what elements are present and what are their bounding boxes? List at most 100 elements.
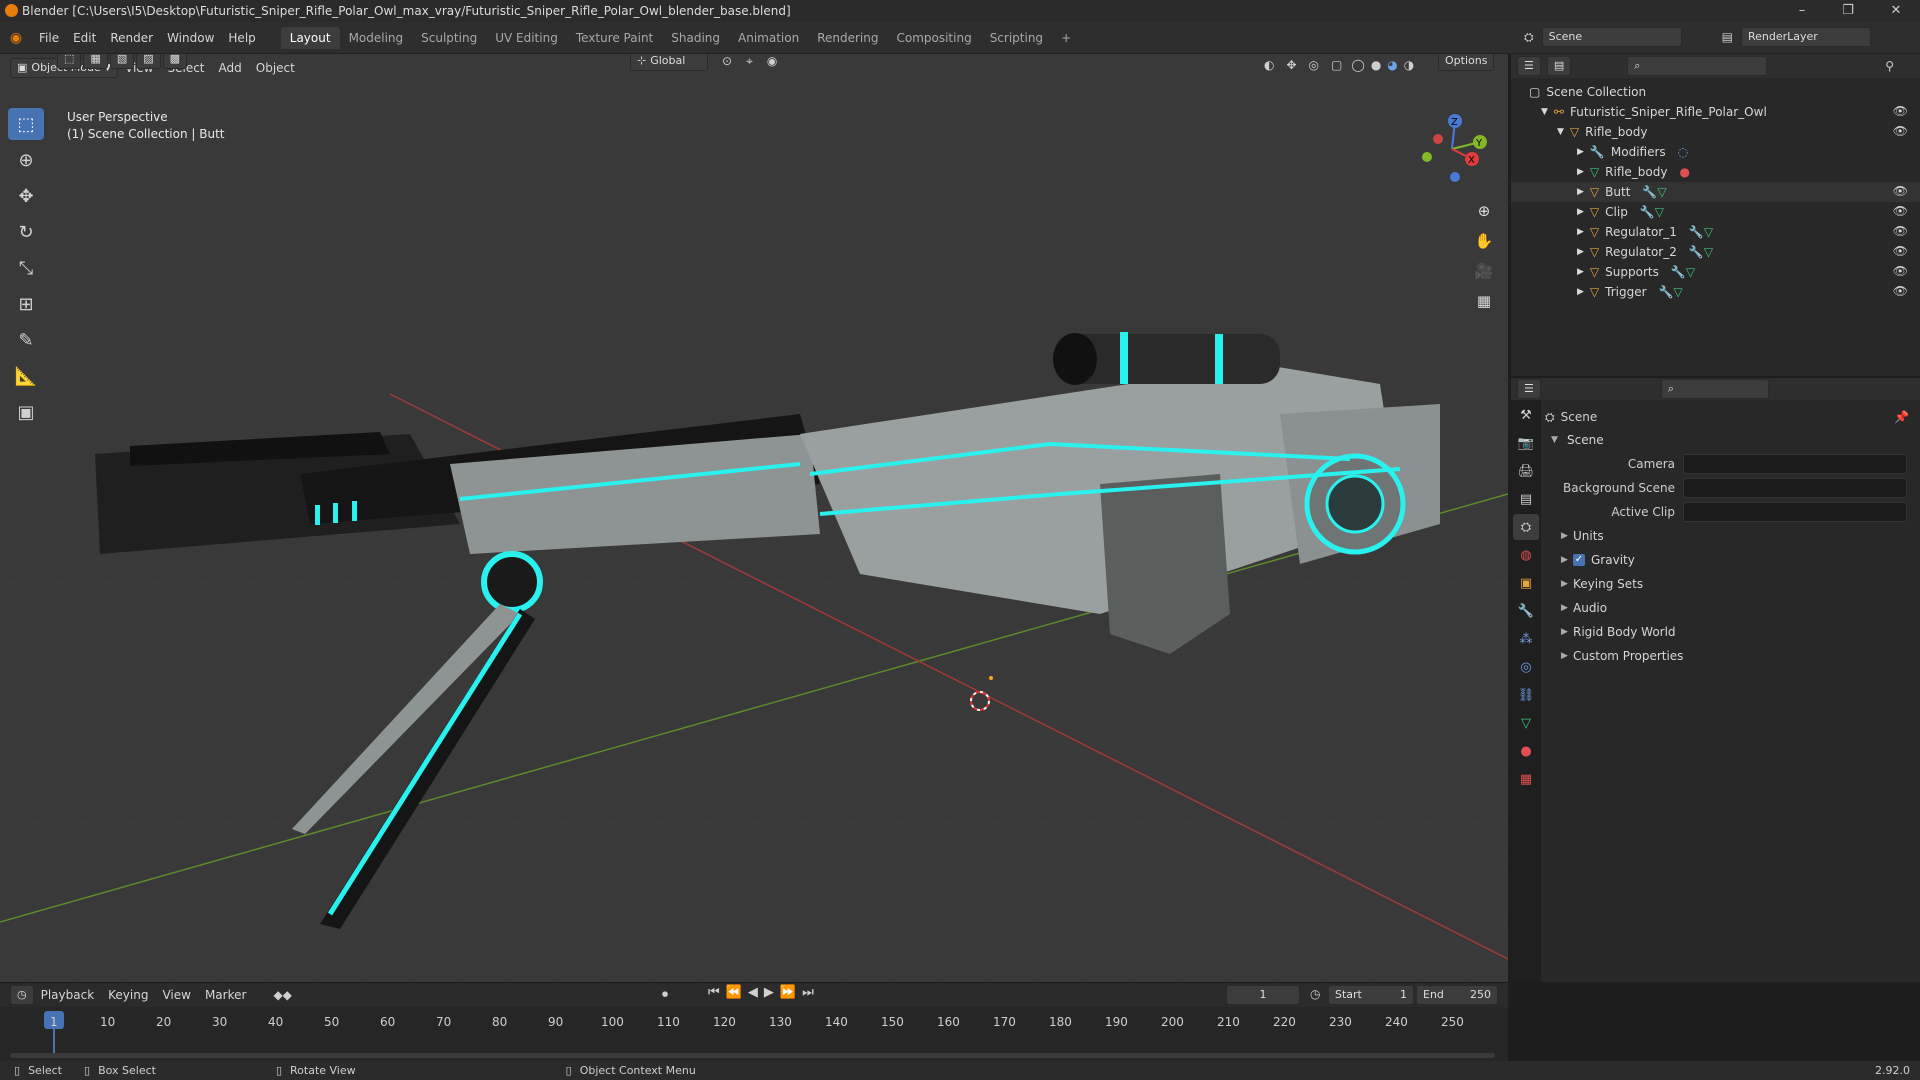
scale-tool-icon[interactable]: ⤡ [8, 252, 44, 284]
blender-menu-icon[interactable]: ◉ [0, 30, 32, 46]
annotate-tool-icon[interactable]: ✎ [8, 324, 44, 356]
zoom-icon[interactable]: ⊕ [1472, 196, 1496, 226]
navigation-gizmo[interactable]: Z Y X [1410, 109, 1490, 189]
timeline-menu-keying[interactable]: Keying [101, 985, 155, 1005]
tab-rendering[interactable]: Rendering [808, 27, 887, 49]
tab-scripting[interactable]: Scripting [981, 27, 1052, 49]
rotate-tool-icon[interactable]: ↻ [8, 216, 44, 248]
play-reverse-icon[interactable]: ◀ [748, 985, 758, 1000]
xray-icon[interactable]: ▢ [1331, 58, 1342, 72]
visibility-icon[interactable]: ◐ [1264, 58, 1274, 72]
pin-icon[interactable]: 📌 [1894, 410, 1909, 424]
timeline-editor-type-icon[interactable]: ◷ [10, 985, 34, 1005]
select-extend-icon[interactable]: ▧ [109, 54, 135, 69]
snap-icon[interactable]: ⌖ [746, 54, 753, 69]
outliner-item-clip[interactable]: ▶ ▽ Clip 🔧 ▽ 👁 [1511, 202, 1920, 222]
start-frame-field[interactable]: Start 1 [1328, 985, 1414, 1005]
collapse-arrow-icon[interactable]: ▶ [1577, 247, 1584, 257]
expand-arrow-icon[interactable]: ▼ [1557, 127, 1564, 137]
move-tool-icon[interactable]: ✥ [8, 180, 44, 212]
tab-modeling[interactable]: Modeling [340, 27, 413, 49]
transform-tool-icon[interactable]: ⊞ [8, 288, 44, 320]
timeline-menu-marker[interactable]: Marker [198, 985, 253, 1005]
jump-start-icon[interactable]: ⏮ [708, 985, 720, 1000]
tab-layout[interactable]: Layout [280, 26, 340, 49]
collapse-arrow-icon[interactable]: ▶ [1577, 207, 1584, 217]
collapse-arrow-icon[interactable]: ▶ [1577, 267, 1584, 277]
end-frame-field[interactable]: End 250 [1416, 985, 1498, 1005]
select-tool-mode-icon[interactable]: ⬚ [57, 54, 82, 69]
visibility-eye-icon[interactable]: 👁 [1893, 124, 1908, 138]
properties-search-input[interactable]: ⌕ [1660, 379, 1769, 399]
measure-tool-icon[interactable]: 📐 [8, 360, 44, 392]
select-subtract-icon[interactable]: ▨ [136, 54, 161, 69]
collapse-arrow-icon[interactable]: ▶ [1577, 227, 1584, 237]
view-layer-tab-icon[interactable]: ▤ [1513, 486, 1539, 512]
timeline-menu-view[interactable]: View [155, 985, 197, 1005]
object-tab-icon[interactable]: ▣ [1513, 570, 1539, 596]
timeline-scrollbar[interactable] [10, 1053, 1495, 1058]
gravity-checkbox[interactable]: ✓ [1573, 554, 1585, 566]
visibility-eye-icon[interactable]: 👁 [1893, 104, 1908, 118]
properties-editor-type-icon[interactable]: ☰ [1517, 379, 1541, 399]
menu-help[interactable]: Help [221, 28, 262, 48]
visibility-eye-icon[interactable]: 👁 [1893, 264, 1908, 278]
menu-window[interactable]: Window [160, 28, 221, 48]
tool-tab-icon[interactable]: ⚒ [1513, 402, 1539, 428]
jump-keyframe-forward-icon[interactable]: ⏩ [780, 985, 796, 1000]
data-tab-icon[interactable]: ▽ [1513, 710, 1539, 736]
select-box-tool-icon[interactable]: ⬚ [8, 108, 44, 140]
outliner-item-butt[interactable]: ▶ ▽ Butt 🔧 ▽ 👁 [1511, 182, 1920, 202]
solid-shading-icon[interactable]: ● [1371, 58, 1381, 72]
scene-tab-icon[interactable]: ⛭ [1513, 514, 1539, 540]
material-tab-icon[interactable]: ● [1513, 738, 1539, 764]
visibility-eye-icon[interactable]: 👁 [1893, 224, 1908, 238]
scene-panel-header[interactable]: ▼ Scene [1545, 428, 1915, 452]
expand-arrow-icon[interactable]: ▼ [1541, 107, 1548, 117]
minimize-button[interactable]: – [1782, 1, 1822, 21]
material-shading-icon[interactable]: ◕ [1387, 58, 1397, 72]
outliner-item-regulator-2[interactable]: ▶ ▽ Regulator_2 🔧 ▽ 👁 [1511, 242, 1920, 262]
visibility-eye-icon[interactable]: 👁 [1893, 184, 1908, 198]
pan-hand-icon[interactable]: ✋ [1472, 226, 1496, 256]
jump-keyframe-back-icon[interactable]: ⏪ [726, 985, 742, 1000]
outliner-parent-row[interactable]: ▼ ▽ Rifle_body 👁 [1511, 122, 1920, 142]
current-frame-field[interactable]: 1 [1226, 985, 1300, 1005]
tab-sculpting[interactable]: Sculpting [412, 27, 486, 49]
output-tab-icon[interactable]: 🖨 [1513, 458, 1539, 484]
overlay-icon[interactable]: ◎ [1309, 58, 1319, 72]
outliner-item-regulator-1[interactable]: ▶ ▽ Regulator_1 🔧 ▽ 👁 [1511, 222, 1920, 242]
menu-edit[interactable]: Edit [66, 28, 103, 48]
texture-tab-icon[interactable]: ▦ [1513, 766, 1539, 792]
ortho-grid-icon[interactable]: ▦ [1472, 286, 1496, 316]
keyframe-icon[interactable]: ◆◆ [273, 988, 291, 1002]
maximize-button[interactable]: ❐ [1828, 1, 1868, 21]
viewport-menu-object[interactable]: Object [249, 58, 302, 78]
wireframe-shading-icon[interactable]: ◯ [1351, 58, 1364, 72]
3d-viewport[interactable]: ▣ Object Mode ▼ View Select Add Object ◐… [0, 54, 1508, 982]
select-new-icon[interactable]: ▦ [83, 54, 108, 69]
close-button[interactable]: ✕ [1876, 1, 1916, 21]
play-icon[interactable]: ▶ [764, 985, 774, 1000]
units-panel[interactable]: ▶ Units [1545, 524, 1915, 548]
outliner-item-supports[interactable]: ▶ ▽ Supports 🔧 ▽ 👁 [1511, 262, 1920, 282]
camera-view-icon[interactable]: 🎥 [1472, 256, 1496, 286]
physics-tab-icon[interactable]: ◎ [1513, 654, 1539, 680]
tab-animation[interactable]: Animation [729, 27, 808, 49]
viewport-menu-add[interactable]: Add [212, 58, 249, 78]
pivot-icon[interactable]: ⊙ [722, 54, 732, 68]
add-workspace-button[interactable]: + [1052, 27, 1080, 49]
collapse-arrow-icon[interactable]: ▶ [1577, 287, 1584, 297]
constraints-tab-icon[interactable]: ⛓ [1513, 682, 1539, 708]
camera-field[interactable] [1683, 454, 1907, 474]
tab-compositing[interactable]: Compositing [887, 27, 980, 49]
gravity-panel[interactable]: ▶ ✓ Gravity [1545, 548, 1915, 572]
collapse-arrow-icon[interactable]: ▶ [1577, 167, 1584, 177]
collapse-arrow-icon[interactable]: ▶ [1577, 147, 1584, 157]
custom-properties-panel[interactable]: ▶ Custom Properties [1545, 644, 1915, 668]
jump-end-icon[interactable]: ⏭ [802, 985, 814, 1000]
render-layer-selector[interactable]: RenderLayer [1740, 27, 1871, 47]
tab-uv-editing[interactable]: UV Editing [486, 27, 567, 49]
outliner-item-trigger[interactable]: ▶ ▽ Trigger 🔧 ▽ 👁 [1511, 282, 1920, 302]
particles-tab-icon[interactable]: ⁂ [1513, 626, 1539, 652]
